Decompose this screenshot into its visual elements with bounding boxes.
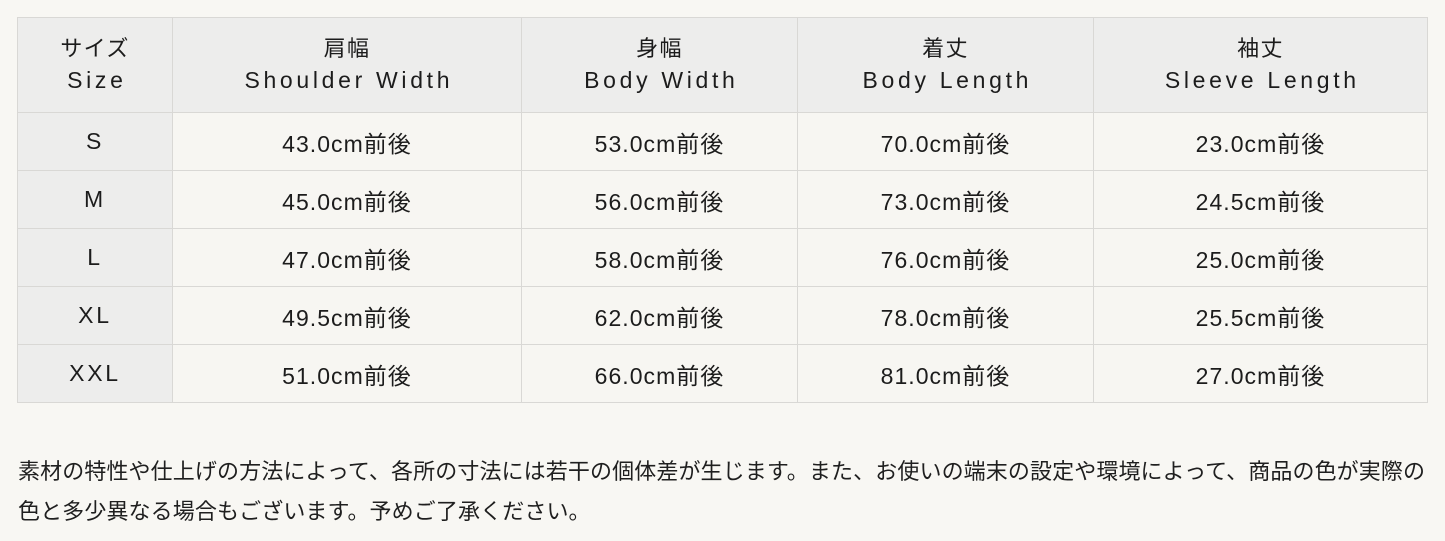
cell-body-width: 66.0cm前後 [521,344,798,403]
cell-body-length: 76.0cm前後 [797,228,1094,287]
column-header-size-ja: サイズ [60,35,130,61]
cell-body-length: 81.0cm前後 [797,344,1094,403]
cell-shoulder-width: 51.0cm前後 [172,344,522,403]
cell-shoulder-width: 43.0cm前後 [172,112,522,171]
table-row: S 43.0cm前後 53.0cm前後 70.0cm前後 23.0cm前後 [17,112,1428,171]
column-header-body-width: 身幅 Body Width [521,17,798,113]
cell-size: M [17,170,173,229]
table-row: XL 49.5cm前後 62.0cm前後 78.0cm前後 25.5cm前後 [17,286,1428,345]
disclaimer-note: 素材の特性や仕上げの方法によって、各所の寸法には若干の個体差が生じます。また、お… [18,452,1428,532]
cell-size: L [17,228,173,287]
column-header-body-length-ja: 着丈 [922,35,969,61]
cell-size: XXL [17,344,173,403]
table-row: XXL 51.0cm前後 66.0cm前後 81.0cm前後 27.0cm前後 [17,344,1428,403]
column-header-sleeve-length: 袖丈 Sleeve Length [1093,17,1428,113]
cell-body-length: 73.0cm前後 [797,170,1094,229]
column-header-body-width-en: Body Width [584,66,739,93]
column-header-size-en: Size [67,66,127,93]
table-header-row: サイズ Size 肩幅 Shoulder Width 身幅 Body Width… [17,17,1428,113]
disclaimer-line-1: 素材の特性や仕上げの方法によって、各所の寸法には若干の個体差が生じます。また、お… [18,459,1206,484]
table-row: L 47.0cm前後 58.0cm前後 76.0cm前後 25.0cm前後 [17,228,1428,287]
cell-body-length: 70.0cm前後 [797,112,1094,171]
column-header-body-width-ja: 身幅 [636,35,683,61]
cell-body-width: 56.0cm前後 [521,170,798,229]
cell-shoulder-width: 47.0cm前後 [172,228,522,287]
cell-size: S [17,112,173,171]
cell-sleeve-length: 27.0cm前後 [1093,344,1428,403]
column-header-sleeve-length-ja: 袖丈 [1237,35,1284,61]
column-header-shoulder-width-ja: 肩幅 [323,35,371,61]
column-header-size: サイズ Size [17,17,173,113]
table-row: M 45.0cm前後 56.0cm前後 73.0cm前後 24.5cm前後 [17,170,1428,229]
column-header-body-length-en: Body Length [862,66,1033,93]
size-chart-page: サイズ Size 肩幅 Shoulder Width 身幅 Body Width… [0,0,1445,541]
cell-sleeve-length: 24.5cm前後 [1093,170,1428,229]
column-header-sleeve-length-en: Sleeve Length [1164,66,1360,93]
column-header-shoulder-width: 肩幅 Shoulder Width [172,17,522,113]
cell-sleeve-length: 25.0cm前後 [1093,228,1428,287]
cell-sleeve-length: 25.5cm前後 [1093,286,1428,345]
table-body: S 43.0cm前後 53.0cm前後 70.0cm前後 23.0cm前後 M … [17,112,1428,403]
column-header-body-length: 着丈 Body Length [797,17,1094,113]
size-chart-table: サイズ Size 肩幅 Shoulder Width 身幅 Body Width… [17,17,1428,403]
size-table-container: サイズ Size 肩幅 Shoulder Width 身幅 Body Width… [17,17,1428,403]
cell-body-length: 78.0cm前後 [797,286,1094,345]
column-header-shoulder-width-en: Shoulder Width [244,66,454,93]
table-header: サイズ Size 肩幅 Shoulder Width 身幅 Body Width… [17,17,1428,113]
cell-sleeve-length: 23.0cm前後 [1093,112,1428,171]
cell-shoulder-width: 49.5cm前後 [172,286,522,345]
cell-body-width: 58.0cm前後 [521,228,798,287]
cell-shoulder-width: 45.0cm前後 [172,170,522,229]
cell-body-width: 53.0cm前後 [521,112,798,171]
cell-size: XL [17,286,173,345]
cell-body-width: 62.0cm前後 [521,286,798,345]
